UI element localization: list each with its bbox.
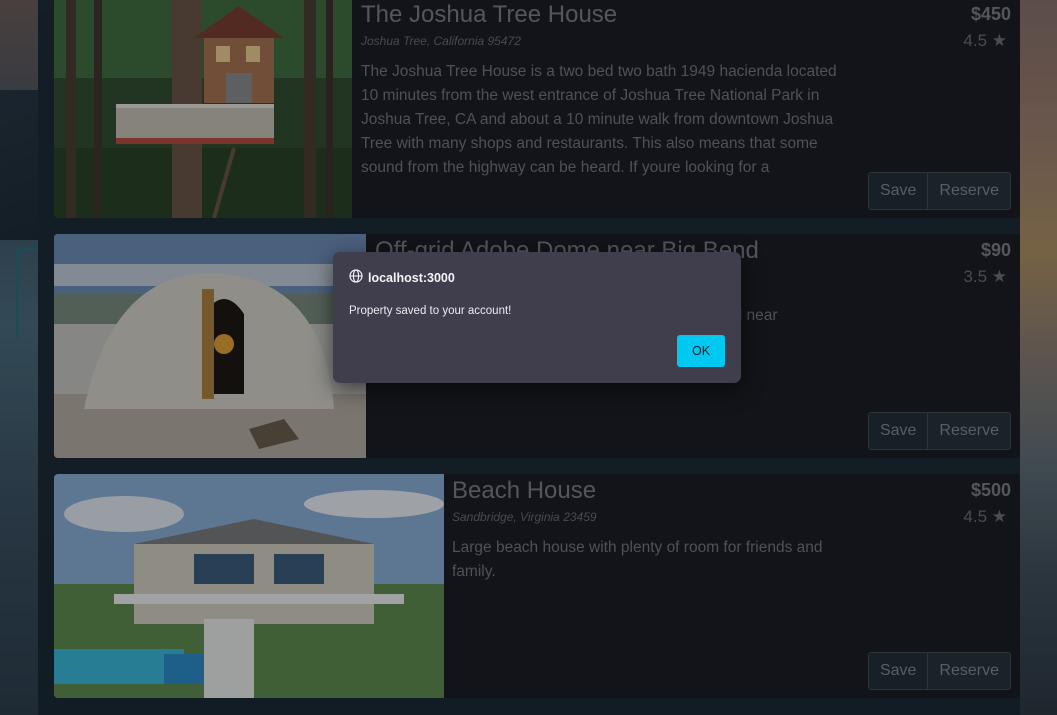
alert-dialog: localhost:3000 Property saved to your ac… [333, 252, 741, 383]
dialog-origin: localhost:3000 [349, 269, 455, 286]
dialog-origin-text: localhost:3000 [368, 270, 455, 285]
dialog-message: Property saved to your account! [349, 305, 512, 317]
globe-icon [349, 269, 363, 286]
ok-button[interactable]: OK [677, 335, 725, 367]
